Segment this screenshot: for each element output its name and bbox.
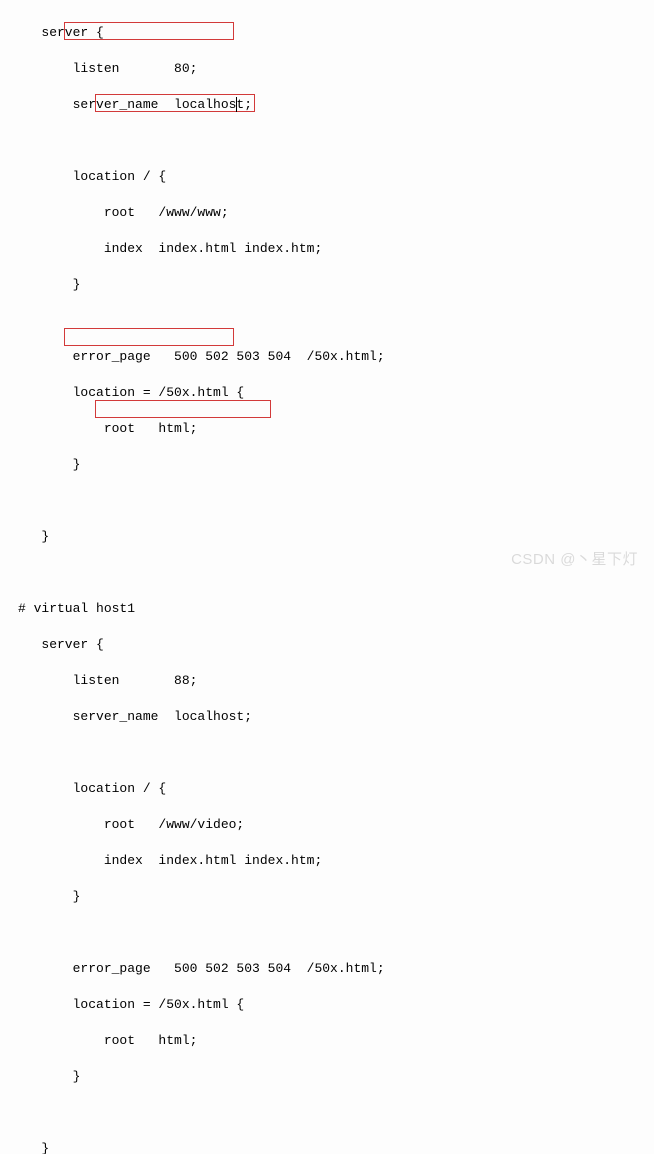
- code-line-blank: [0, 1104, 654, 1122]
- code-line-listen-1: listen 80;: [0, 60, 654, 78]
- code-line-listen-2: listen 88;: [0, 672, 654, 690]
- code-line: }: [0, 276, 654, 294]
- code-line: index index.html index.htm;: [0, 240, 654, 258]
- code-line: server {: [0, 636, 654, 654]
- code-line: error_page 500 502 503 504 /50x.html;: [0, 960, 654, 978]
- code-line-blank: [0, 492, 654, 510]
- code-line-blank: [0, 312, 654, 330]
- code-line: server {: [0, 24, 654, 42]
- code-line: server_name localhost;: [0, 708, 654, 726]
- code-line-blank: [0, 924, 654, 942]
- code-line: error_page 500 502 503 504 /50x.html;: [0, 348, 654, 366]
- code-line-comment: # virtual host1: [0, 600, 654, 618]
- code-line-root-2: root /www/video;: [0, 816, 654, 834]
- code-line: server_name localhost;: [0, 96, 654, 114]
- code-line: }: [0, 456, 654, 474]
- code-line-blank: [0, 132, 654, 150]
- code-line: }: [0, 1068, 654, 1086]
- text-cursor: [236, 97, 237, 112]
- watermark-text: CSDN @丶星下灯: [511, 551, 638, 569]
- code-line: location = /50x.html {: [0, 996, 654, 1014]
- code-line: root html;: [0, 1032, 654, 1050]
- code-line: location / {: [0, 168, 654, 186]
- code-line: }: [0, 1140, 654, 1154]
- code-line: location / {: [0, 780, 654, 798]
- code-line: }: [0, 528, 654, 546]
- code-line: location = /50x.html {: [0, 384, 654, 402]
- code-block: server { listen 80; server_name localhos…: [0, 0, 654, 1154]
- code-line: root html;: [0, 420, 654, 438]
- code-line: }: [0, 888, 654, 906]
- code-line-blank: [0, 744, 654, 762]
- code-line: index index.html index.htm;: [0, 852, 654, 870]
- code-line-root-1: root /www/www;: [0, 204, 654, 222]
